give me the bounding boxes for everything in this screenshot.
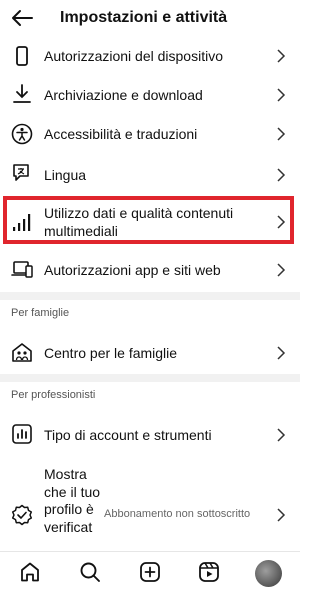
verified-badge-icon [11, 504, 33, 526]
page-title: Impostazioni e attività [60, 9, 228, 26]
top-bar: Impostazioni e attività [0, 0, 300, 38]
settings-item-device-permissions[interactable]: Autorizzazioni del dispositivo [0, 38, 300, 74]
section-divider [0, 374, 300, 382]
settings-item-label: Archiviazione e download [44, 87, 203, 103]
settings-item-label: Tipo di account e strumenti [44, 427, 212, 443]
chevron-right-icon [277, 127, 286, 141]
settings-item-label: Centro per le famiglie [44, 345, 178, 361]
settings-item-label: Mostra che il tuo profilo è verificat [44, 466, 101, 535]
arrow-left-icon[interactable] [10, 8, 34, 28]
search-icon[interactable] [79, 561, 101, 583]
section-title-professionals: Per professionisti [11, 389, 96, 401]
create-icon[interactable] [139, 561, 161, 583]
accessibility-icon [11, 123, 33, 145]
highlight-box [3, 196, 294, 244]
profile-avatar[interactable] [255, 560, 282, 587]
chevron-right-icon [277, 168, 286, 182]
settings-item-app-permissions[interactable]: Autorizzazioni app e siti web [0, 251, 300, 287]
chevron-right-icon [277, 508, 286, 522]
reels-icon[interactable] [198, 561, 220, 583]
chevron-right-icon [277, 346, 286, 360]
subscription-status: Abbonamento non sottoscritto [104, 508, 251, 520]
chevron-right-icon [277, 263, 286, 277]
download-icon [13, 84, 31, 103]
settings-item-account-type[interactable]: Tipo di account e strumenti [0, 416, 300, 452]
home-icon[interactable] [19, 561, 41, 583]
settings-item-label: Autorizzazioni app e siti web [44, 262, 221, 278]
family-home-icon [12, 343, 32, 362]
section-title-families: Per famiglie [11, 307, 70, 319]
bottom-nav [0, 551, 300, 592]
translate-icon [13, 164, 29, 181]
devices-icon [11, 261, 33, 278]
chevron-right-icon [277, 428, 286, 442]
settings-item-language[interactable]: Lingua [0, 156, 300, 192]
phone-icon [16, 46, 28, 66]
settings-item-archive-download[interactable]: Archiviazione e download [0, 77, 300, 113]
section-divider [0, 292, 300, 300]
settings-item-label: Accessibilità e traduzioni [44, 126, 198, 142]
settings-item-family-center[interactable]: Centro per le famiglie [0, 334, 300, 370]
chart-icon [12, 424, 32, 444]
chevron-right-icon [277, 88, 286, 102]
settings-item-accessibility[interactable]: Accessibilità e traduzioni [0, 116, 300, 152]
chevron-right-icon [277, 49, 286, 63]
settings-item-label: Lingua [44, 167, 87, 183]
settings-item-label: Autorizzazioni del dispositivo [44, 48, 223, 64]
